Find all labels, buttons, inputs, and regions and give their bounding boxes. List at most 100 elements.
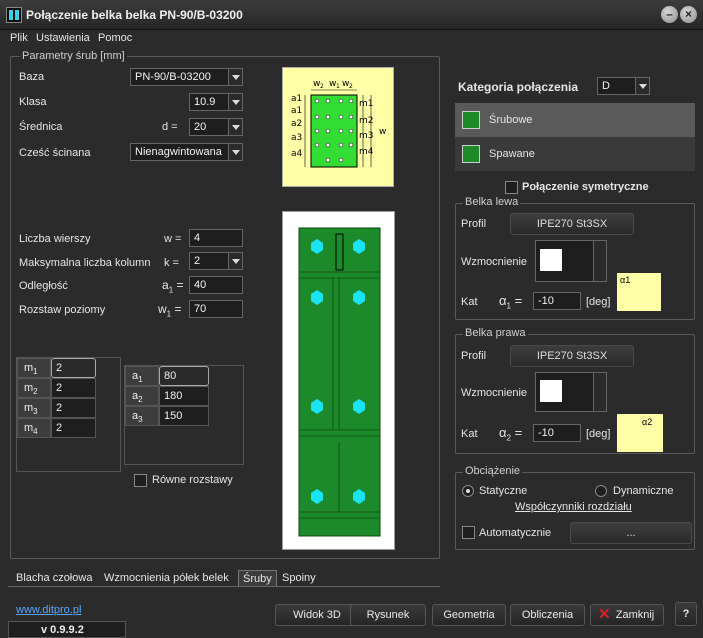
belka-prawa-kat-label: Kat xyxy=(461,428,478,440)
srednica-select[interactable]: 20 xyxy=(189,118,243,136)
belka-prawa-wzm-select[interactable] xyxy=(535,372,607,412)
kategoria-select[interactable]: D xyxy=(597,77,650,95)
plate-drawing xyxy=(282,211,395,550)
svg-text:2: 2 xyxy=(320,83,324,90)
menu-ustawienia[interactable]: Ustawienia xyxy=(36,32,90,44)
close-x-icon: ✕ xyxy=(598,606,611,623)
baza-label: Baza xyxy=(19,71,45,83)
belka-prawa-wzm-label: Wzmocnienie xyxy=(461,387,528,399)
m3-cell[interactable]: 2 xyxy=(51,398,96,418)
belka-prawa-alpha: α2 = xyxy=(499,425,523,443)
a2-cell[interactable]: 180 xyxy=(159,386,209,406)
tab-spoiny[interactable]: Spoiny xyxy=(278,570,320,586)
belka-lewa-kat-input[interactable]: -10 xyxy=(533,292,581,310)
tab-blacha[interactable]: Blacha czołowa xyxy=(12,570,96,586)
dots-button[interactable]: ... xyxy=(570,522,692,544)
reinforcement-icon xyxy=(540,249,562,271)
kolumny-select[interactable]: 2 xyxy=(189,252,243,270)
belka-lewa-profil-button[interactable]: IPE270 St3SX xyxy=(510,213,634,235)
chevron-down-icon xyxy=(228,119,242,135)
chevron-down-icon xyxy=(593,373,606,411)
chevron-down-icon xyxy=(228,94,242,110)
a1-cell[interactable]: 80 xyxy=(159,366,209,386)
svg-text:2: 2 xyxy=(349,83,353,90)
svg-text:m2: m2 xyxy=(359,116,374,126)
belka-lewa-alpha: α1 = xyxy=(499,293,523,311)
close-window-button[interactable]: × xyxy=(680,6,697,23)
conn-type-srubowe[interactable]: Śrubowe xyxy=(455,103,695,137)
statyczne-label: Statyczne xyxy=(479,485,528,497)
rozstaw-input[interactable]: 70 xyxy=(189,300,243,318)
m1-cell[interactable]: 2 xyxy=(51,358,96,378)
belka-lewa-kat-label: Kat xyxy=(461,296,478,308)
wiersze-label: Liczba wierszy xyxy=(19,233,91,245)
odleglosc-label: Odległość xyxy=(19,280,68,292)
conn-type-spawane[interactable]: Spawane xyxy=(455,137,695,171)
website-link[interactable]: www.ditpro.pl xyxy=(16,604,81,616)
chevron-down-icon xyxy=(228,69,242,85)
dynamiczne-radio[interactable] xyxy=(595,485,607,497)
geometria-button[interactable]: Geometria xyxy=(432,604,506,626)
angle-left-sketch: α1 xyxy=(617,273,661,311)
help-button[interactable]: ? xyxy=(675,602,697,626)
svg-text:m3: m3 xyxy=(359,131,374,141)
klasa-select[interactable]: 10.9 xyxy=(189,93,243,111)
svg-text:a1: a1 xyxy=(291,94,302,104)
app-icon xyxy=(6,7,22,23)
menu-pomoc[interactable]: Pomoc xyxy=(98,32,132,44)
svg-text:m4: m4 xyxy=(359,147,374,157)
belka-prawa-kat-input[interactable]: -10 xyxy=(533,424,581,442)
svg-text:a4: a4 xyxy=(291,149,303,159)
chevron-down-icon xyxy=(635,78,649,94)
menu-plik[interactable]: Plik xyxy=(10,32,28,44)
automatycznie-checkbox[interactable] xyxy=(462,526,475,539)
m4-header: m4 xyxy=(17,418,51,438)
belka-prawa-profil-button[interactable]: IPE270 St3SX xyxy=(510,345,634,367)
svg-text:a2: a2 xyxy=(291,119,302,129)
a3-header: a3 xyxy=(125,406,159,426)
tab-divider xyxy=(8,586,440,587)
svg-text:w: w xyxy=(379,127,386,137)
version-box: v 0.9.9.2 xyxy=(8,621,126,638)
rozstaw-symbol: w1 = xyxy=(158,302,182,319)
rozstaw-label: Rozstaw poziomy xyxy=(19,304,106,316)
kategoria-label: Kategoria połączenia xyxy=(458,80,579,94)
belka-prawa-kat-unit: [deg] xyxy=(586,428,611,440)
a2-header: a2 xyxy=(125,386,159,406)
belka-prawa-profil-label: Profil xyxy=(461,350,487,362)
symetryczne-checkbox[interactable] xyxy=(505,181,518,194)
kolumny-label: Maksymalna liczba kolumn xyxy=(19,257,151,269)
wspolczynniki-link[interactable]: Współczynniki rozdziału xyxy=(515,501,632,513)
wiersze-symbol: w = xyxy=(164,233,182,245)
chevron-down-icon xyxy=(228,144,242,160)
zamknij-button[interactable]: ✕ Zamknij xyxy=(590,604,664,626)
odleglosc-input[interactable]: 40 xyxy=(189,276,243,294)
svg-text:a3: a3 xyxy=(291,133,302,143)
tab-wzmocnienia[interactable]: Wzmocnienia półek belek xyxy=(100,570,233,586)
srednica-symbol: d = xyxy=(162,121,178,133)
baza-select[interactable]: PN-90/B-03200 xyxy=(130,68,243,86)
obliczenia-button[interactable]: Obliczenia xyxy=(510,604,585,626)
m1-header: m1 xyxy=(17,358,51,378)
obciazenie-label: Obciążenie xyxy=(463,465,523,477)
window-title: Połączenie belka belka PN-90/B-03200 xyxy=(26,8,243,22)
angle-right-sketch: α2 xyxy=(617,414,663,452)
wiersze-input[interactable]: 4 xyxy=(189,229,243,247)
a3-cell[interactable]: 150 xyxy=(159,406,209,426)
belka-prawa-label: Belka prawa xyxy=(463,327,528,339)
tab-sruby[interactable]: Śruby xyxy=(238,570,277,586)
czesc-select[interactable]: Nienagwintowana xyxy=(130,143,243,161)
chevron-down-icon xyxy=(228,253,242,269)
bolt-layout-sketch: w 2 w 1 w 2 a1 a1 a2 a3 a4 m1 m2 m3 m4 w xyxy=(282,67,394,187)
m3-header: m3 xyxy=(17,398,51,418)
statyczne-radio[interactable] xyxy=(462,485,474,497)
kolumny-symbol: k = xyxy=(164,257,179,269)
minimize-button[interactable]: – xyxy=(661,6,678,23)
belka-lewa-wzm-select[interactable] xyxy=(535,240,607,282)
m4-cell[interactable]: 2 xyxy=(51,418,96,438)
widok3d-button[interactable]: Widok 3D xyxy=(275,604,359,626)
rowne-checkbox[interactable] xyxy=(134,474,147,487)
rysunek-button[interactable]: Rysunek xyxy=(350,604,426,626)
svg-text:a1: a1 xyxy=(291,106,302,116)
m2-cell[interactable]: 2 xyxy=(51,378,96,398)
